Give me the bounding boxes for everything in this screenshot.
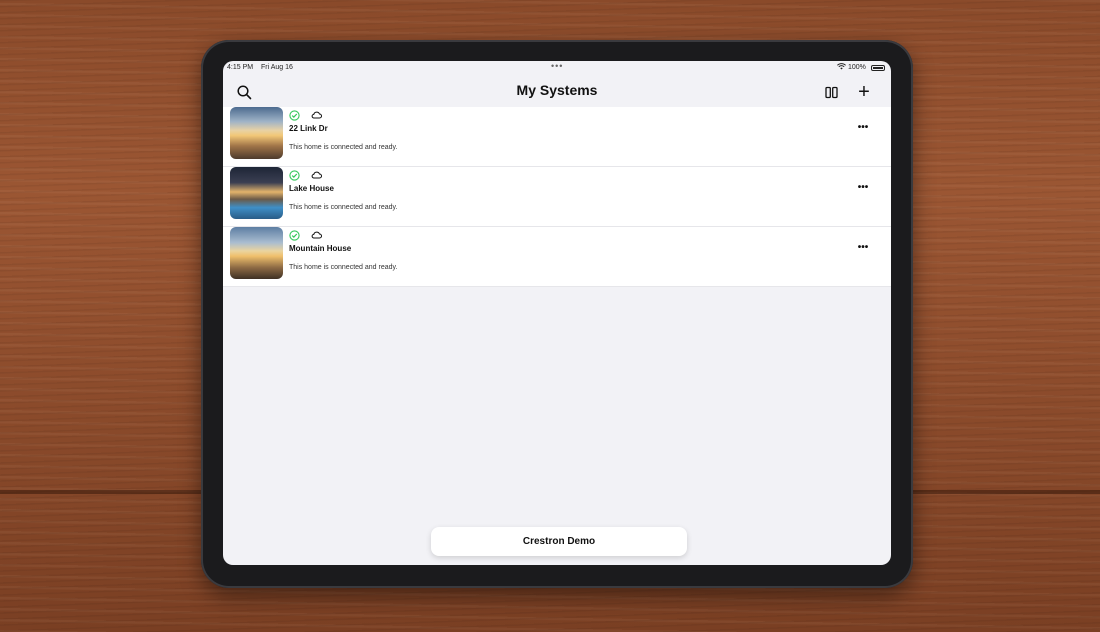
battery-icon xyxy=(871,65,885,71)
system-thumbnail xyxy=(230,107,283,159)
system-thumbnail xyxy=(230,227,283,279)
systems-list: 22 Link Dr This home is connected and re… xyxy=(223,107,891,287)
nav-bar: My Systems + xyxy=(223,77,891,107)
system-name: Mountain House xyxy=(289,244,352,253)
status-date: Fri Aug 16 xyxy=(261,64,293,71)
multitasking-dots[interactable]: ••• xyxy=(551,61,563,71)
cloud-icon xyxy=(311,171,322,179)
more-options-button[interactable]: ••• xyxy=(853,243,873,256)
search-button[interactable] xyxy=(233,81,255,103)
connected-check-icon xyxy=(289,230,300,241)
split-view-button[interactable] xyxy=(820,81,842,103)
system-name: 22 Link Dr xyxy=(289,124,328,133)
battery-percent: 100% xyxy=(848,64,866,71)
wifi-icon xyxy=(837,63,846,72)
system-status-text: This home is connected and ready. xyxy=(289,204,398,211)
add-system-button[interactable]: + xyxy=(853,81,875,103)
system-row-lake-house[interactable]: Lake House This home is connected and re… xyxy=(223,167,891,227)
account-button[interactable]: Crestron Demo xyxy=(431,527,687,556)
more-options-button[interactable]: ••• xyxy=(853,123,873,136)
system-thumbnail xyxy=(230,167,283,219)
more-options-button[interactable]: ••• xyxy=(853,183,873,196)
status-time: 4:15 PM xyxy=(227,64,254,71)
system-status-text: This home is connected and ready. xyxy=(289,264,398,271)
system-row-22-link-dr[interactable]: 22 Link Dr This home is connected and re… xyxy=(223,107,891,167)
connected-check-icon xyxy=(289,110,300,121)
page-title: My Systems xyxy=(516,82,598,98)
system-status-text: This home is connected and ready. xyxy=(289,144,398,151)
cloud-icon xyxy=(311,111,322,119)
connected-check-icon xyxy=(289,170,300,181)
plus-icon: + xyxy=(858,81,870,103)
system-name: Lake House xyxy=(289,184,334,193)
cloud-icon xyxy=(311,231,322,239)
status-bar: 4:15 PM Fri Aug 16 ••• 100% xyxy=(223,61,891,77)
split-view-icon xyxy=(824,86,838,98)
system-row-mountain-house[interactable]: Mountain House This home is connected an… xyxy=(223,227,891,287)
search-icon xyxy=(236,84,251,99)
app-screen: 4:15 PM Fri Aug 16 ••• 100% My Systems +… xyxy=(223,61,891,565)
